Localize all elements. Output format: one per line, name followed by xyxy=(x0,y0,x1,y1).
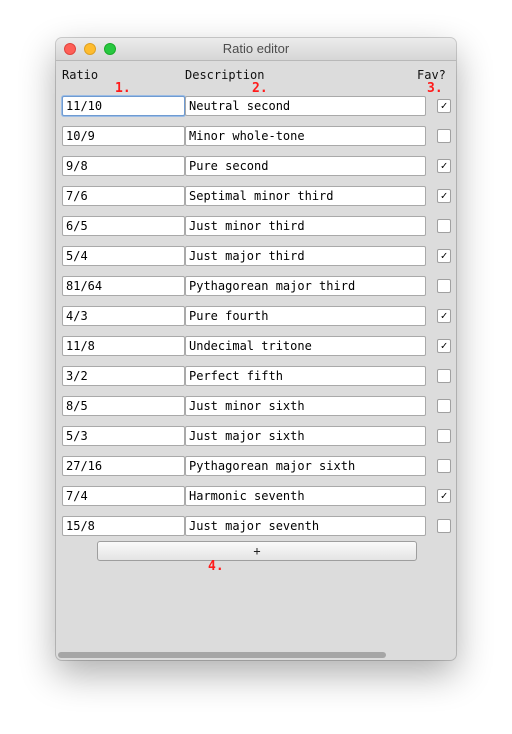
fav-checkbox[interactable] xyxy=(437,279,451,293)
description-input[interactable]: Undecimal tritone xyxy=(185,336,426,356)
checkmark-icon: ✓ xyxy=(440,99,448,112)
table-row: 9/8 Pure second ✓ xyxy=(62,156,452,176)
ratio-input[interactable]: 5/4 xyxy=(62,246,185,266)
ratio-editor-window: Ratio editor Ratio Description Fav? 1. 2… xyxy=(56,38,456,660)
fav-checkbox[interactable]: ✓ xyxy=(437,99,451,113)
fav-checkbox[interactable]: ✓ xyxy=(437,489,451,503)
table-row: 6/5 Just minor third xyxy=(62,216,452,236)
ratio-input[interactable]: 5/3 xyxy=(62,426,185,446)
table-row: 5/4 Just major third ✓ xyxy=(62,246,452,266)
checkmark-icon: ✓ xyxy=(440,339,448,352)
description-input[interactable]: Just major seventh xyxy=(185,516,426,536)
fav-checkbox[interactable]: ✓ xyxy=(437,159,451,173)
title-bar: Ratio editor xyxy=(56,38,456,61)
fav-checkbox[interactable] xyxy=(437,519,451,533)
ratio-input[interactable]: 11/8 xyxy=(62,336,185,356)
description-input[interactable]: Pythagorean major sixth xyxy=(185,456,426,476)
ratio-input[interactable]: 9/8 xyxy=(62,156,185,176)
ratio-input[interactable]: 15/8 xyxy=(62,516,185,536)
table-row: 11/8 Undecimal tritone ✓ xyxy=(62,336,452,356)
table-row: 27/16 Pythagorean major sixth xyxy=(62,456,452,476)
description-input[interactable]: Just major sixth xyxy=(185,426,426,446)
window-title: Ratio editor xyxy=(222,41,290,56)
ratio-input[interactable]: 81/64 xyxy=(62,276,185,296)
ratio-input[interactable]: 10/9 xyxy=(62,126,185,146)
description-input[interactable]: Just major third xyxy=(185,246,426,266)
description-input[interactable]: Minor whole-tone xyxy=(185,126,426,146)
fav-checkbox[interactable] xyxy=(437,399,451,413)
table-row: 7/4 Harmonic seventh ✓ xyxy=(62,486,452,506)
table-row: 81/64 Pythagorean major third xyxy=(62,276,452,296)
fav-checkbox[interactable] xyxy=(437,129,451,143)
description-input[interactable]: Neutral second xyxy=(185,96,426,116)
ratio-input[interactable]: 4/3 xyxy=(62,306,185,326)
description-input[interactable]: Pythagorean major third xyxy=(185,276,426,296)
description-input[interactable]: Septimal minor third xyxy=(185,186,426,206)
ratio-input[interactable]: 27/16 xyxy=(62,456,185,476)
ratio-input[interactable]: 6/5 xyxy=(62,216,185,236)
table-row: 10/9 Minor whole-tone xyxy=(62,126,452,146)
horizontal-scrollbar[interactable] xyxy=(58,652,386,658)
ratio-input[interactable]: 7/6 xyxy=(62,186,185,206)
fav-checkbox[interactable] xyxy=(437,429,451,443)
table-row: 3/2 Perfect fifth xyxy=(62,366,452,386)
fav-checkbox[interactable] xyxy=(437,369,451,383)
fav-checkbox[interactable]: ✓ xyxy=(437,249,451,263)
fav-checkbox[interactable] xyxy=(437,219,451,233)
fav-column-header: Fav? xyxy=(417,68,446,82)
description-input[interactable]: Just minor sixth xyxy=(185,396,426,416)
annotation-3: 3. xyxy=(427,81,443,96)
annotation-2: 2. xyxy=(252,81,268,96)
checkmark-icon: ✓ xyxy=(440,309,448,322)
table-row: 7/6 Septimal minor third ✓ xyxy=(62,186,452,206)
table-row: 11/10 Neutral second ✓ xyxy=(62,96,452,116)
description-input[interactable]: Pure second xyxy=(185,156,426,176)
checkmark-icon: ✓ xyxy=(440,249,448,262)
ratio-input[interactable]: 11/10 xyxy=(62,96,185,116)
annotation-4: 4. xyxy=(208,559,224,574)
table-row: 8/5 Just minor sixth xyxy=(62,396,452,416)
fav-checkbox[interactable]: ✓ xyxy=(437,189,451,203)
add-row-button[interactable]: + xyxy=(97,541,417,561)
ratio-input[interactable]: 7/4 xyxy=(62,486,185,506)
checkmark-icon: ✓ xyxy=(440,159,448,172)
description-input[interactable]: Perfect fifth xyxy=(185,366,426,386)
table-row: 4/3 Pure fourth ✓ xyxy=(62,306,452,326)
description-input[interactable]: Harmonic seventh xyxy=(185,486,426,506)
checkmark-icon: ✓ xyxy=(440,489,448,502)
ratio-input[interactable]: 3/2 xyxy=(62,366,185,386)
table-row: 15/8 Just major seventh xyxy=(62,516,452,536)
description-column-header: Description xyxy=(185,68,265,82)
ratio-input[interactable]: 8/5 xyxy=(62,396,185,416)
fav-checkbox[interactable] xyxy=(437,459,451,473)
table-row: 5/3 Just major sixth xyxy=(62,426,452,446)
annotation-1: 1. xyxy=(115,81,131,96)
fav-checkbox[interactable]: ✓ xyxy=(437,339,451,353)
description-input[interactable]: Just minor third xyxy=(185,216,426,236)
fav-checkbox[interactable]: ✓ xyxy=(437,309,451,323)
description-input[interactable]: Pure fourth xyxy=(185,306,426,326)
ratio-column-header: Ratio xyxy=(62,68,99,82)
checkmark-icon: ✓ xyxy=(440,189,448,202)
